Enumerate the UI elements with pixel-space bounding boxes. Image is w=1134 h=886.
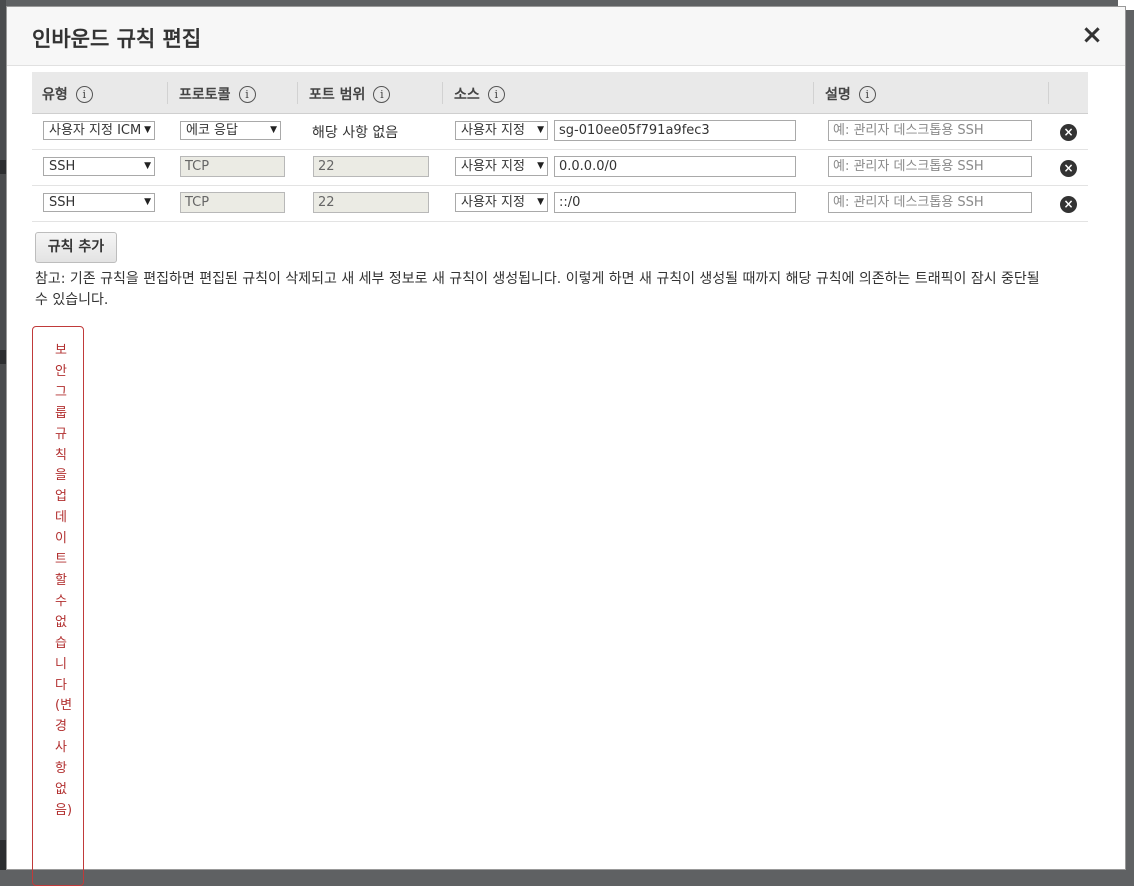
description-input[interactable]: 예: 관리자 데스크톱용 SSH <box>828 120 1032 141</box>
column-header-type-label: 유형 <box>42 87 68 103</box>
chevron-down-icon: ▼ <box>142 194 151 211</box>
chevron-down-icon: ▼ <box>535 194 544 211</box>
description-input[interactable]: 예: 관리자 데스크톱용 SSH <box>828 156 1032 177</box>
chevron-down-icon: ▼ <box>268 122 277 139</box>
source-type-select[interactable]: 사용자 지정 ▼ <box>455 121 548 140</box>
dialog-header: 인바운드 규칙 편집 × <box>7 7 1125 66</box>
edit-warning-note: 참고: 기존 규칙을 편집하면 편집된 규칙이 삭제되고 새 세부 정보로 새 … <box>35 271 1040 308</box>
table-row: 사용자 지정 ICMP ▼ 에코 응답 ▼ 해당 사항 없음 사용자 지정 ▼ … <box>32 114 1088 150</box>
type-select[interactable]: SSH ▼ <box>43 157 155 176</box>
column-header-port-range-label: 포트 범위 <box>309 87 366 103</box>
port-range-field: 22 <box>313 156 429 177</box>
column-divider <box>813 82 814 104</box>
column-header-protocol: 프로토콜 i <box>179 84 256 104</box>
port-range-value: 해당 사항 없음 <box>312 125 399 141</box>
rules-table-header: 유형 i 프로토콜 i 포트 범위 i 소스 i 설명 i <box>32 72 1088 114</box>
source-type-select[interactable]: 사용자 지정 ▼ <box>455 157 548 176</box>
close-icon[interactable]: × <box>1081 22 1103 48</box>
delete-rule-icon[interactable]: × <box>1060 124 1077 141</box>
dialog-title: 인바운드 규칙 편집 <box>32 27 202 51</box>
source-input[interactable]: 0.0.0.0/0 <box>554 156 796 177</box>
error-alert: 보안그룹규칙을업데이트할수없습니다(변경사항없음) <box>32 326 84 886</box>
port-range-field: 22 <box>313 192 429 213</box>
protocol-field: TCP <box>180 192 285 213</box>
source-type-select[interactable]: 사용자 지정 ▼ <box>455 193 548 212</box>
source-input[interactable]: ::/0 <box>554 192 796 213</box>
chevron-down-icon: ▼ <box>535 122 544 139</box>
chevron-down-icon: ▼ <box>142 122 151 139</box>
type-select-value: 사용자 지정 ICMP <box>49 123 150 138</box>
info-icon[interactable]: i <box>75 85 93 103</box>
table-row: SSH ▼ TCP 22 사용자 지정 ▼ 0.0.0.0/0 예: 관리자 데… <box>32 150 1088 186</box>
type-select[interactable]: SSH ▼ <box>43 193 155 212</box>
type-select[interactable]: 사용자 지정 ICMP ▼ <box>43 121 155 140</box>
chevron-down-icon: ▼ <box>142 158 151 175</box>
type-select-value: SSH <box>49 159 76 174</box>
column-divider <box>297 82 298 104</box>
type-select-value: SSH <box>49 195 76 210</box>
edit-inbound-rules-dialog: 인바운드 규칙 편집 × 유형 i 프로토콜 i 포트 범위 i 소스 i 설명… <box>6 6 1126 886</box>
column-header-description: 설명 i <box>825 84 876 104</box>
protocol-select-value: 에코 응답 <box>186 123 238 138</box>
column-header-description-label: 설명 <box>825 87 851 103</box>
protocol-select[interactable]: 에코 응답 ▼ <box>180 121 281 140</box>
column-divider <box>1048 82 1049 104</box>
info-icon[interactable]: i <box>373 85 391 103</box>
column-header-source: 소스 i <box>454 84 505 104</box>
column-header-port-range: 포트 범위 i <box>309 84 391 104</box>
table-row: SSH ▼ TCP 22 사용자 지정 ▼ ::/0 예: 관리자 데스크톱용 … <box>32 186 1088 222</box>
source-input[interactable]: sg-010ee05f791a9fec3 <box>554 120 796 141</box>
protocol-field: TCP <box>180 156 285 177</box>
delete-rule-icon[interactable]: × <box>1060 160 1077 177</box>
column-header-source-label: 소스 <box>454 87 480 103</box>
background-scrollbar <box>1126 10 1134 870</box>
error-message: 보안그룹규칙을업데이트할수없습니다(변경사항없음) <box>55 343 73 818</box>
chevron-down-icon: ▼ <box>535 158 544 175</box>
column-header-type: 유형 i <box>42 84 93 104</box>
info-icon[interactable]: i <box>487 85 505 103</box>
column-divider <box>442 82 443 104</box>
description-input[interactable]: 예: 관리자 데스크톱용 SSH <box>828 192 1032 213</box>
column-divider <box>167 82 168 104</box>
column-header-protocol-label: 프로토콜 <box>179 87 231 103</box>
add-rule-button[interactable]: 규칙 추가 <box>35 232 117 263</box>
info-icon[interactable]: i <box>858 85 876 103</box>
info-icon[interactable]: i <box>238 85 256 103</box>
delete-rule-icon[interactable]: × <box>1060 196 1077 213</box>
